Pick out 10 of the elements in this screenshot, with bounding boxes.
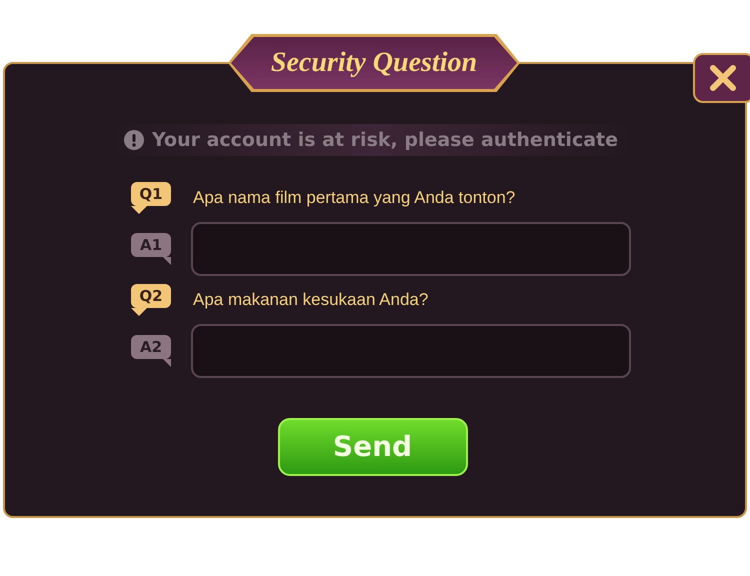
- answer-field[interactable]: [191, 222, 631, 276]
- send-button[interactable]: Send: [278, 418, 468, 476]
- warning-text: Your account is at risk, please authenticate: [152, 128, 618, 153]
- question-text: Apa makanan kesukaan Anda?: [193, 289, 428, 312]
- close-icon: [709, 64, 737, 92]
- question-text: Apa nama film pertama yang Anda tonton?: [193, 187, 516, 210]
- warning-icon: [124, 130, 144, 150]
- title-banner: Security Question: [228, 34, 520, 92]
- close-button[interactable]: [693, 53, 750, 103]
- answer-field[interactable]: [191, 324, 631, 378]
